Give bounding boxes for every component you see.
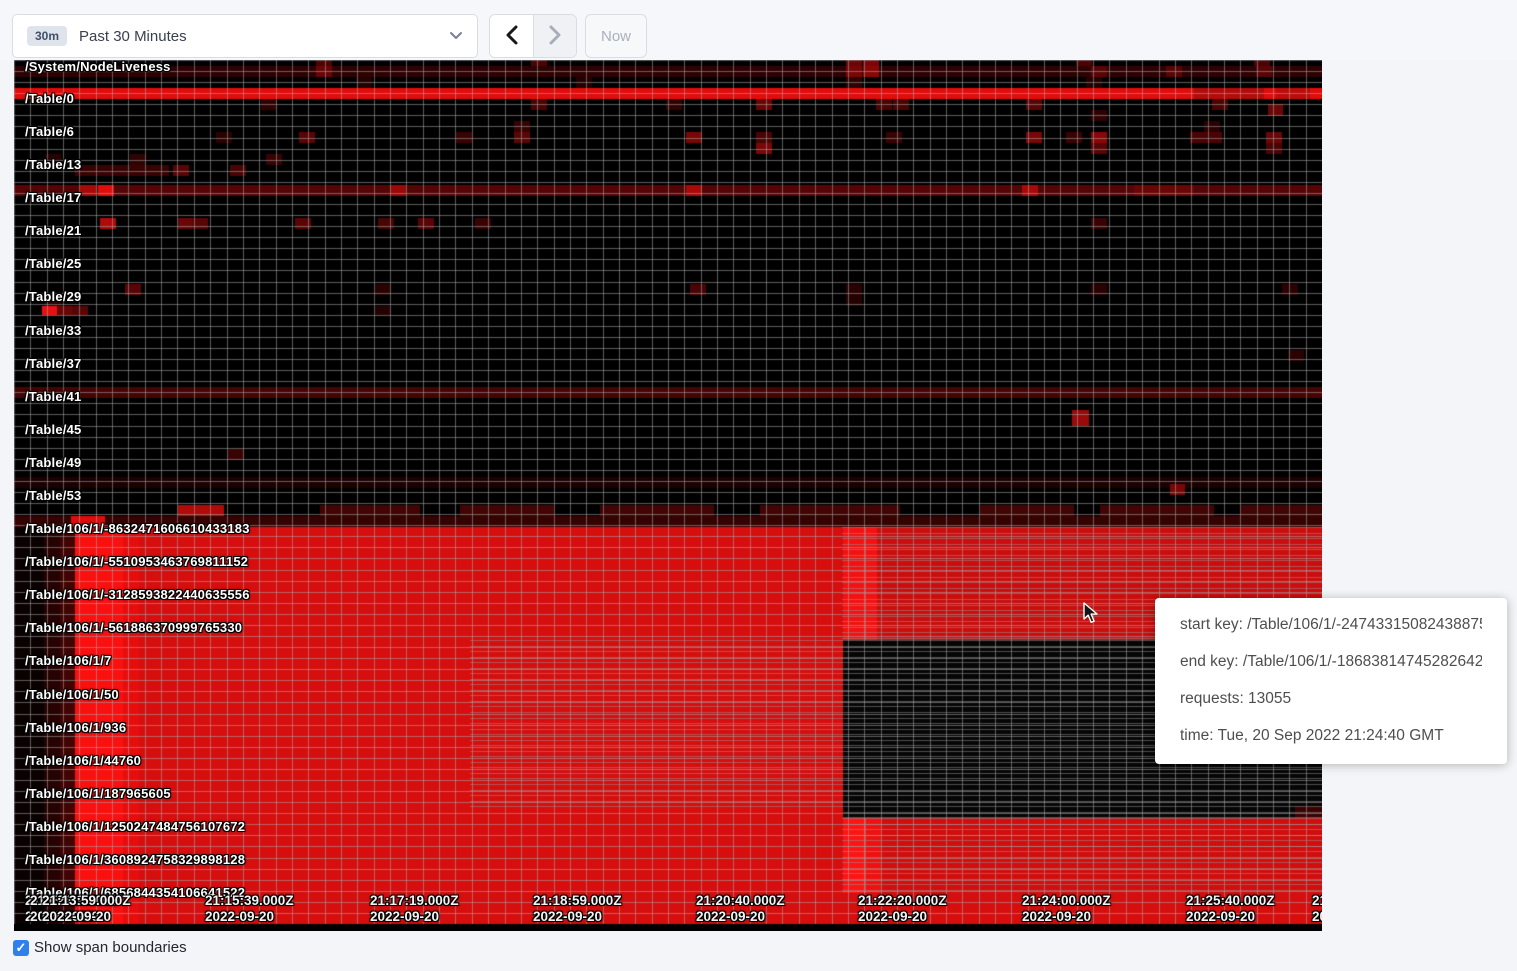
chevron-down-icon bbox=[449, 27, 463, 45]
keyspace-heatmap-canvas[interactable] bbox=[14, 60, 1322, 931]
prev-time-button[interactable] bbox=[490, 15, 533, 57]
tooltip-line: requests: 13055 bbox=[1180, 680, 1482, 717]
keyspace-heatmap[interactable]: /System/NodeLiveness/Table/0/Table/6/Tab… bbox=[14, 60, 1322, 931]
next-time-button[interactable] bbox=[533, 15, 576, 57]
tooltip-line: end key: /Table/106/1/-18683814745282642… bbox=[1180, 643, 1482, 680]
show-span-boundaries-checkbox[interactable]: ✓ bbox=[13, 940, 29, 956]
show-span-boundaries-label: Show span boundaries bbox=[34, 939, 187, 956]
now-button[interactable]: Now bbox=[585, 14, 647, 58]
tooltip-line: time: Tue, 20 Sep 2022 21:24:40 GMT bbox=[1180, 717, 1482, 754]
span-boundaries-control: ✓ Show span boundaries bbox=[13, 939, 187, 956]
time-range-dropdown[interactable]: 30m Past 30 Minutes bbox=[12, 14, 478, 58]
chevron-left-icon bbox=[505, 25, 518, 48]
tooltip-line: start key: /Table/106/1/-247433150824388… bbox=[1180, 606, 1482, 643]
time-nav-group bbox=[489, 14, 577, 58]
cell-tooltip: start key: /Table/106/1/-247433150824388… bbox=[1155, 598, 1507, 764]
chevron-right-icon bbox=[549, 25, 562, 48]
time-range-label: Past 30 Minutes bbox=[79, 28, 449, 45]
toolbar: 30m Past 30 Minutes Now bbox=[0, 0, 1517, 60]
duration-badge: 30m bbox=[27, 26, 67, 46]
